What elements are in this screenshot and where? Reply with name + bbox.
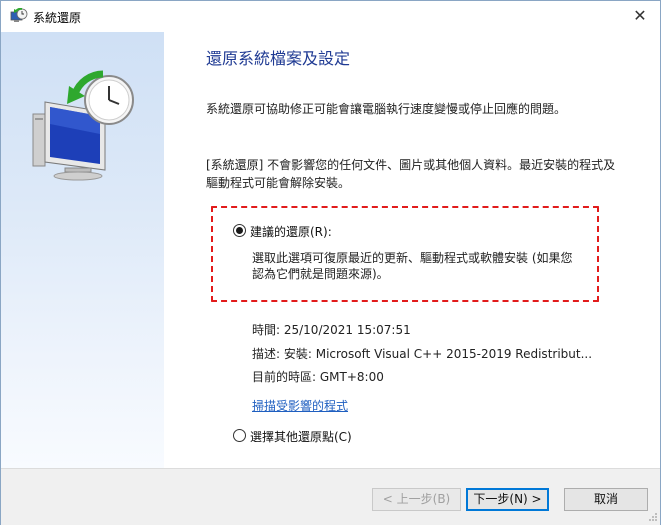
title-bar: 系統還原 ✕ — [1, 1, 660, 32]
recommended-restore-label[interactable]: 建議的還原(R): — [250, 223, 332, 240]
next-button[interactable]: 下一步(N) > — [466, 488, 549, 511]
cancel-button[interactable]: 取消 — [564, 488, 648, 511]
page-title: 還原系統檔案及設定 — [206, 49, 351, 68]
resize-grip-icon[interactable] — [648, 512, 658, 522]
restore-point-timezone: 目前的時區: GMT+8:00 — [252, 370, 384, 384]
recommended-restore-radio[interactable] — [233, 224, 246, 237]
scan-affected-programs-link[interactable]: 掃描受影響的程式 — [252, 397, 348, 414]
intro-text: 系統還原可協助修正可能會讓電腦執行速度變慢或停止回應的問題。 — [206, 102, 567, 116]
restore-point-description: 描述: 安裝: Microsoft Visual C++ 2015-2019 R… — [252, 347, 593, 361]
restore-point-time: 時間: 25/10/2021 15:07:51 — [252, 323, 411, 337]
close-icon[interactable]: ✕ — [628, 5, 652, 27]
notice-text: [系統還原] 不會影響您的任何文件、圖片或其他個人資料。最近安裝的程式及驅動程式… — [206, 158, 616, 190]
left-side-panel — [1, 32, 164, 468]
back-button[interactable]: < 上一步(B) — [372, 488, 461, 511]
recommended-restore-description: 選取此選項可復原最近的更新、驅動程式或軟體安裝 (如果您認為它們就是問題來源)。 — [252, 251, 573, 281]
computer-restore-illustration — [32, 70, 134, 181]
window-title: 系統還原 — [33, 11, 82, 25]
system-restore-window: 系統還原 ✕ 還原系統檔案及設定 系統還原可協助修正可能會讓電腦執行速度變慢或停… — [0, 0, 661, 525]
choose-other-restore-point-label[interactable]: 選擇其他還原點(C) — [250, 428, 352, 445]
system-restore-icon — [10, 8, 28, 22]
button-bar — [1, 468, 660, 525]
choose-other-restore-point-radio[interactable] — [233, 429, 246, 442]
